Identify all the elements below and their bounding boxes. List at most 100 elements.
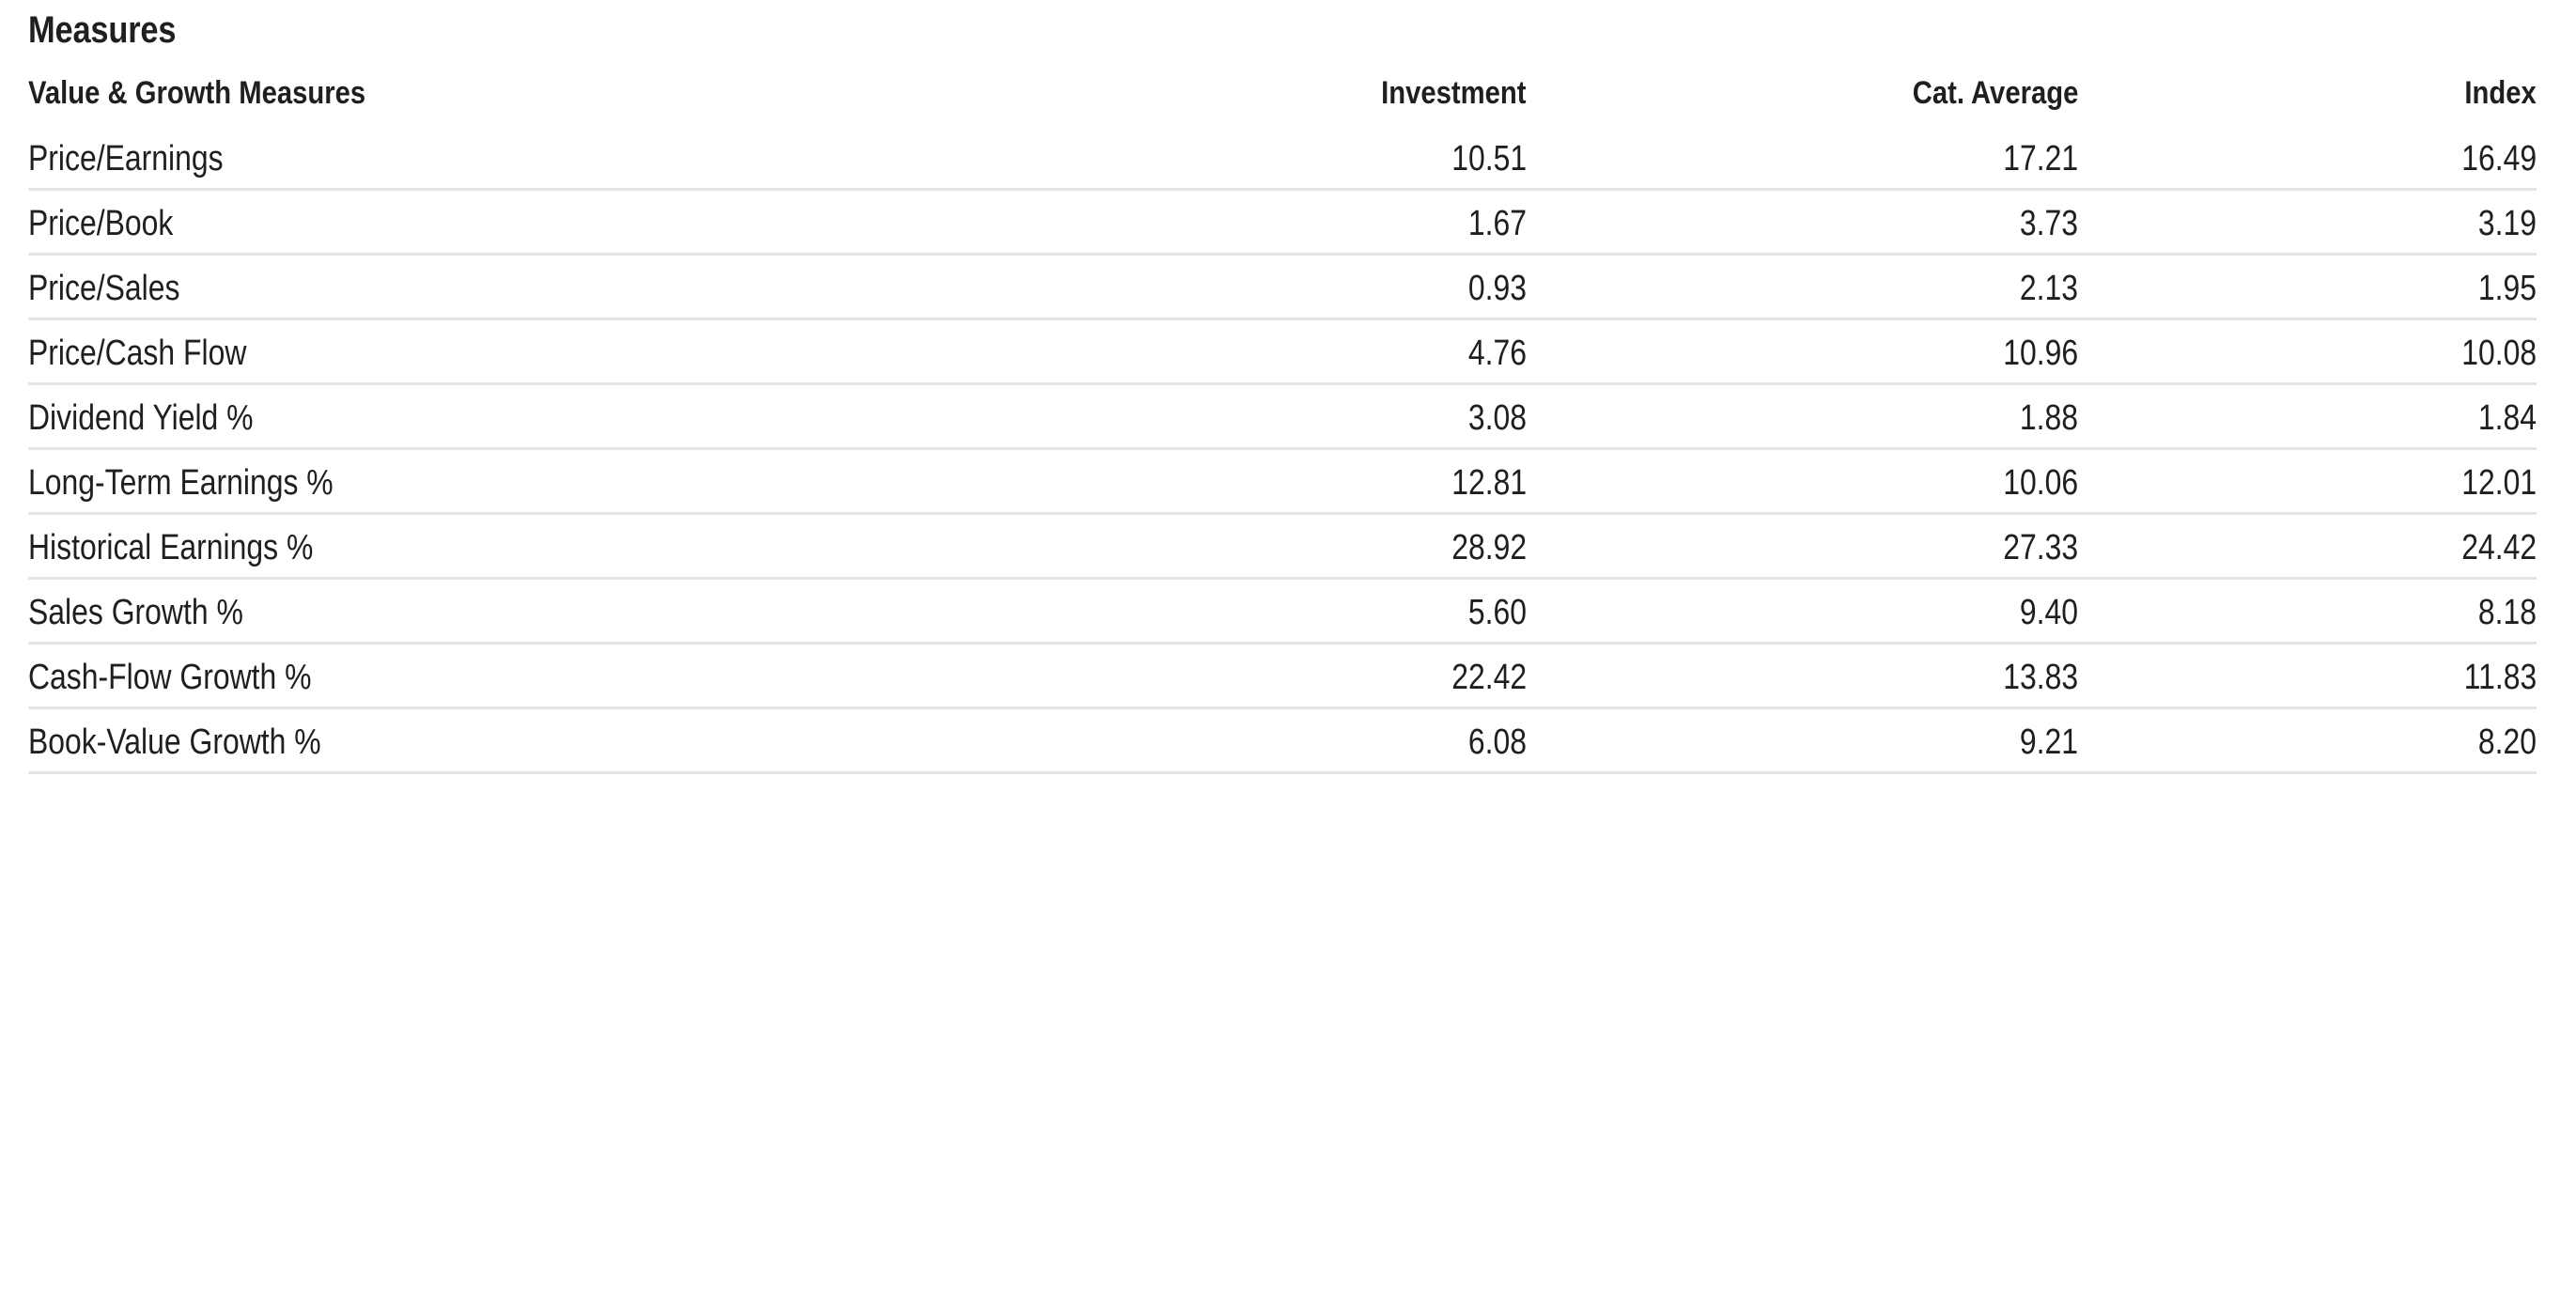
measure-name-cell-text: Book-Value Growth % bbox=[28, 722, 321, 762]
measure-name-cell: Price/Sales bbox=[28, 254, 1007, 320]
investment-value-cell: 1.67 bbox=[1006, 189, 1559, 256]
investment-value-cell-text: 22.42 bbox=[1451, 658, 1527, 697]
cat-average-value-cell-text: 27.33 bbox=[2003, 528, 2079, 567]
measure-name-cell-text: Sales Growth % bbox=[28, 593, 243, 632]
cat-average-value-cell-text: 3.73 bbox=[2019, 204, 2079, 243]
table-row: Cash-Flow Growth % 22.42 13.83 11.83 bbox=[28, 643, 2537, 709]
index-value-cell-text: 11.83 bbox=[2463, 658, 2537, 697]
measure-name-cell-text: Dividend Yield % bbox=[28, 398, 254, 438]
cat-average-value-cell-text: 17.21 bbox=[2003, 139, 2079, 179]
column-header-index: Index bbox=[2464, 75, 2537, 111]
measure-name-cell: Sales Growth % bbox=[28, 578, 1007, 644]
cat-average-value-cell-text: 10.06 bbox=[2003, 463, 2079, 503]
cat-average-value-cell: 10.06 bbox=[1558, 448, 2111, 515]
measure-name-cell-text: Long-Term Earnings % bbox=[28, 463, 334, 503]
measure-name-cell: Price/Earnings bbox=[28, 122, 1007, 191]
investment-value-cell-text: 1.67 bbox=[1467, 204, 1527, 243]
investment-value-cell: 3.08 bbox=[1006, 383, 1559, 450]
investment-value-cell: 4.76 bbox=[1006, 318, 1559, 385]
investment-value-cell: 22.42 bbox=[1006, 643, 1559, 709]
investment-value-cell: 10.51 bbox=[1006, 122, 1559, 191]
measure-name-cell-text: Historical Earnings % bbox=[28, 528, 314, 567]
measure-name-cell: Price/Book bbox=[28, 189, 1007, 256]
table-body: Price/Earnings 10.51 17.21 16.49 Price/Book 1… bbox=[28, 122, 2537, 774]
table-row: Price/Earnings 10.51 17.21 16.49 bbox=[28, 122, 2537, 191]
page-title: Measures bbox=[28, 0, 2185, 49]
value-growth-measures-table: Value & Growth Measures Investment Cat. … bbox=[28, 77, 2537, 774]
index-value-cell: 8.20 bbox=[2110, 707, 2537, 774]
cat-average-value-cell-text: 9.40 bbox=[2019, 593, 2079, 632]
measure-name-cell-text: Price/Cash Flow bbox=[28, 334, 247, 373]
index-value-cell-text: 3.19 bbox=[2477, 204, 2537, 243]
index-value-cell: 1.95 bbox=[2110, 254, 2537, 320]
investment-value-cell-text: 10.51 bbox=[1451, 139, 1527, 179]
investment-value-cell-text: 12.81 bbox=[1451, 463, 1527, 503]
column-header-investment: Investment bbox=[1381, 75, 1527, 111]
investment-value-cell: 6.08 bbox=[1006, 707, 1559, 774]
measure-name-cell: Long-Term Earnings % bbox=[28, 448, 1007, 515]
measures-panel: Measures Value & Growth Measures Investm… bbox=[0, 0, 2576, 774]
cat-average-value-cell-text: 1.88 bbox=[2019, 398, 2079, 438]
index-value-cell: 1.84 bbox=[2110, 383, 2537, 450]
table-row: Sales Growth % 5.60 9.40 8.18 bbox=[28, 578, 2537, 644]
cat-average-value-cell-text: 13.83 bbox=[2003, 658, 2079, 697]
cat-average-value-cell: 13.83 bbox=[1558, 643, 2111, 709]
cat-average-value-cell: 3.73 bbox=[1558, 189, 2111, 256]
investment-value-cell: 12.81 bbox=[1006, 448, 1559, 515]
measure-name-cell-text: Price/Book bbox=[28, 204, 174, 243]
index-value-cell: 8.18 bbox=[2110, 578, 2537, 644]
index-value-cell-text: 10.08 bbox=[2461, 334, 2537, 373]
measure-name-cell: Historical Earnings % bbox=[28, 513, 1007, 580]
cat-average-value-cell: 17.21 bbox=[1558, 122, 2111, 191]
table-row: Price/Cash Flow 4.76 10.96 10.08 bbox=[28, 318, 2537, 385]
index-value-cell: 3.19 bbox=[2110, 189, 2537, 256]
investment-value-cell-text: 6.08 bbox=[1467, 722, 1527, 762]
measure-name-cell-text: Price/Sales bbox=[28, 269, 180, 308]
cat-average-value-cell: 2.13 bbox=[1558, 254, 2111, 320]
measure-name-cell: Price/Cash Flow bbox=[28, 318, 1007, 385]
cat-average-value-cell-text: 10.96 bbox=[2003, 334, 2079, 373]
index-value-cell: 16.49 bbox=[2110, 122, 2537, 191]
index-value-cell-text: 1.95 bbox=[2477, 269, 2537, 308]
index-value-cell: 11.83 bbox=[2110, 643, 2537, 709]
table-row: Book-Value Growth % 6.08 9.21 8.20 bbox=[28, 707, 2537, 774]
investment-value-cell-text: 28.92 bbox=[1451, 528, 1527, 567]
index-value-cell-text: 12.01 bbox=[2461, 463, 2537, 503]
investment-value-cell-text: 4.76 bbox=[1467, 334, 1527, 373]
index-value-cell-text: 1.84 bbox=[2477, 398, 2537, 438]
table-row: Historical Earnings % 28.92 27.33 24.42 bbox=[28, 513, 2537, 580]
investment-value-cell-text: 5.60 bbox=[1467, 593, 1527, 632]
table-row: Price/Sales 0.93 2.13 1.95 bbox=[28, 254, 2537, 320]
column-header-cat-average: Cat. Average bbox=[1912, 75, 2079, 111]
investment-value-cell-text: 0.93 bbox=[1467, 269, 1527, 308]
investment-value-cell: 5.60 bbox=[1006, 578, 1559, 644]
investment-value-cell: 0.93 bbox=[1006, 254, 1559, 320]
index-value-cell: 12.01 bbox=[2110, 448, 2537, 515]
measure-name-cell-text: Price/Earnings bbox=[28, 139, 224, 179]
measure-name-cell: Dividend Yield % bbox=[28, 383, 1007, 450]
section-title-text: Measures bbox=[28, 9, 177, 51]
measure-name-cell-text: Cash-Flow Growth % bbox=[28, 658, 312, 697]
cat-average-value-cell-text: 2.13 bbox=[2019, 269, 2079, 308]
table-header-row: Value & Growth Measures Investment Cat. … bbox=[28, 77, 2537, 122]
table-row: Dividend Yield % 3.08 1.88 1.84 bbox=[28, 383, 2537, 450]
cat-average-value-cell: 9.40 bbox=[1558, 578, 2111, 644]
table-header: Value & Growth Measures Investment Cat. … bbox=[28, 77, 2537, 122]
cat-average-value-cell: 1.88 bbox=[1558, 383, 2111, 450]
index-value-cell-text: 8.18 bbox=[2477, 593, 2537, 632]
table-row: Long-Term Earnings % 12.81 10.06 12.01 bbox=[28, 448, 2537, 515]
investment-value-cell-text: 3.08 bbox=[1467, 398, 1527, 438]
index-value-cell: 24.42 bbox=[2110, 513, 2537, 580]
index-value-cell: 10.08 bbox=[2110, 318, 2537, 385]
index-value-cell-text: 16.49 bbox=[2461, 139, 2537, 179]
table-row: Price/Book 1.67 3.73 3.19 bbox=[28, 189, 2537, 256]
cat-average-value-cell-text: 9.21 bbox=[2019, 722, 2079, 762]
measure-name-cell: Book-Value Growth % bbox=[28, 707, 1007, 774]
index-value-cell-text: 24.42 bbox=[2461, 528, 2537, 567]
measure-name-cell: Cash-Flow Growth % bbox=[28, 643, 1007, 709]
cat-average-value-cell: 10.96 bbox=[1558, 318, 2111, 385]
investment-value-cell: 28.92 bbox=[1006, 513, 1559, 580]
index-value-cell-text: 8.20 bbox=[2477, 722, 2537, 762]
cat-average-value-cell: 9.21 bbox=[1558, 707, 2111, 774]
cat-average-value-cell: 27.33 bbox=[1558, 513, 2111, 580]
